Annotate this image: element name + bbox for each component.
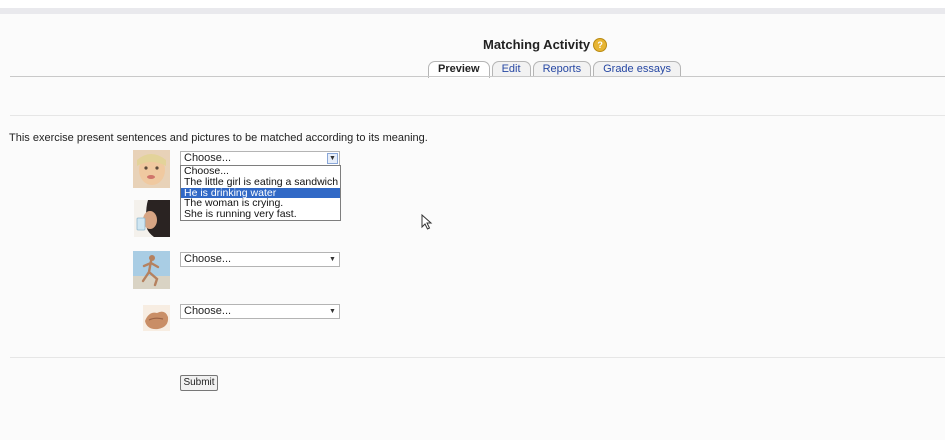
mouse-pointer-icon (421, 214, 433, 230)
answer-select-4[interactable]: Choose... ▼ (180, 304, 340, 319)
chevron-down-icon[interactable]: ▼ (327, 254, 338, 265)
dropdown-option[interactable]: The little girl is eating a sandwich (181, 176, 340, 188)
activity-header: Matching Activity ? (483, 37, 608, 52)
instructions-text: This exercise present sentences and pict… (9, 132, 428, 144)
hands-photo (143, 305, 170, 331)
page-title: Matching Activity (483, 37, 591, 52)
dropdown-option[interactable]: She is running very fast. (181, 209, 340, 220)
select-value: Choose... (184, 152, 232, 164)
tab-reports[interactable]: Reports (532, 61, 592, 77)
content-divider-top (10, 115, 945, 116)
select-value: Choose... (184, 305, 232, 317)
answer-dropdown-list: Choose... The little girl is eating a sa… (180, 165, 341, 221)
help-icon[interactable]: ? (593, 37, 608, 52)
submit-button[interactable]: Submit (180, 375, 218, 391)
tab-edit[interactable]: Edit (491, 61, 531, 77)
man-drinking-photo (134, 200, 170, 237)
select-value: Choose... (184, 253, 232, 265)
runner-photo (133, 251, 170, 289)
answer-select-3[interactable]: Choose... ▼ (180, 252, 340, 267)
answer-select-1[interactable]: Choose... ▼ (180, 151, 340, 166)
tab-divider (10, 76, 945, 77)
content-divider-bottom (10, 357, 945, 358)
girl-photo (133, 150, 170, 188)
chevron-down-icon[interactable]: ▼ (327, 306, 338, 317)
chevron-down-icon[interactable]: ▼ (327, 153, 338, 164)
tab-grade-essays[interactable]: Grade essays (593, 61, 681, 77)
